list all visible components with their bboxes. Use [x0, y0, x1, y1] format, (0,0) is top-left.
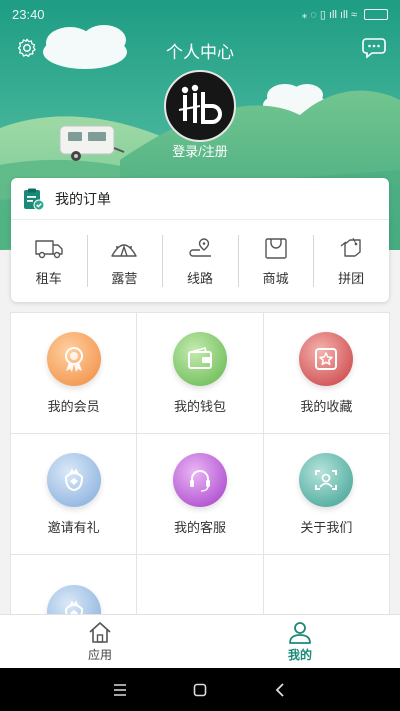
wallet-icon [172, 331, 227, 386]
grid-item-membership[interactable]: 我的会员 [11, 313, 137, 433]
grid-item-label: 我的收藏 [300, 398, 353, 414]
user-icon [289, 622, 311, 644]
battery-icon [364, 8, 388, 20]
page-title: 个人中心 [166, 43, 234, 62]
order-category-label: 露营 [111, 270, 138, 286]
gift-icon [46, 452, 101, 507]
menu-icon[interactable] [108, 678, 132, 702]
order-category-group[interactable]: 拼团 [313, 233, 389, 289]
order-category-camping[interactable]: 露营 [86, 233, 163, 289]
grid-item-wallet[interactable]: 我的钱包 [137, 313, 263, 433]
about-icon [299, 452, 354, 507]
order-category-label: 商城 [262, 270, 289, 286]
home-square-icon[interactable] [188, 678, 212, 702]
tent-icon [111, 243, 138, 257]
order-category-label: 租车 [35, 270, 62, 286]
order-category-rental[interactable]: 租车 [11, 233, 87, 289]
grid-item-label: 邀请有礼 [47, 519, 100, 535]
my-orders-title: 我的订单 [55, 190, 111, 207]
clipboard-check-icon [24, 188, 45, 210]
avatar[interactable] [164, 70, 236, 142]
truck-icon [35, 239, 63, 258]
order-category-label: 线路 [186, 270, 213, 286]
grid-item-label: 我的钱包 [173, 398, 226, 414]
grid-item-favorites[interactable]: 我的收藏 [263, 313, 389, 433]
message-icon[interactable] [362, 37, 386, 59]
logo-icon [178, 84, 222, 124]
headset-icon [172, 452, 227, 507]
status-bar: 23:40 ⁎ ◌ ▯ ıll ıll ≈ [0, 0, 400, 28]
order-category-mall[interactable]: 商城 [237, 233, 314, 289]
medal-icon [46, 331, 101, 386]
bottom-tab-bar: 应用 我的 [0, 614, 400, 668]
grid-item-label: 我的客服 [173, 519, 226, 535]
grid-item-about-us[interactable]: 关于我们 [263, 434, 389, 554]
star-icon [299, 331, 354, 386]
group-tag-icon [340, 237, 361, 257]
tab-label: 我的 [287, 648, 312, 662]
my-orders-card: 我的订单 租车 露营 线路 商城 拼团 [11, 178, 389, 302]
status-icons: ⁎ ◌ ▯ ıll ıll ≈ [302, 8, 388, 21]
grid-item-label: 我的会员 [47, 398, 100, 414]
home-icon [89, 622, 111, 643]
route-icon [189, 237, 211, 257]
tab-label: 应用 [87, 648, 112, 662]
order-categories: 租车 露营 线路 商城 拼团 [11, 220, 389, 302]
tab-mine[interactable]: 我的 [200, 615, 400, 668]
signal-icons: ⁎ ◌ ▯ ıll ıll ≈ [301, 8, 357, 21]
status-time: 23:40 [12, 6, 45, 22]
my-orders-header[interactable]: 我的订单 [11, 178, 389, 220]
shopping-bag-icon [264, 237, 287, 259]
system-nav-bar [0, 668, 400, 711]
grid-item-label: 关于我们 [300, 519, 353, 535]
back-icon[interactable] [268, 678, 292, 702]
grid-item-customer-service[interactable]: 我的客服 [137, 434, 263, 554]
grid-item-invite[interactable]: 邀请有礼 [11, 434, 137, 554]
tab-apps[interactable]: 应用 [0, 615, 200, 668]
order-category-route[interactable]: 线路 [162, 233, 238, 289]
login-register-link[interactable]: 登录/注册 [0, 141, 400, 160]
order-category-label: 拼团 [338, 270, 365, 286]
